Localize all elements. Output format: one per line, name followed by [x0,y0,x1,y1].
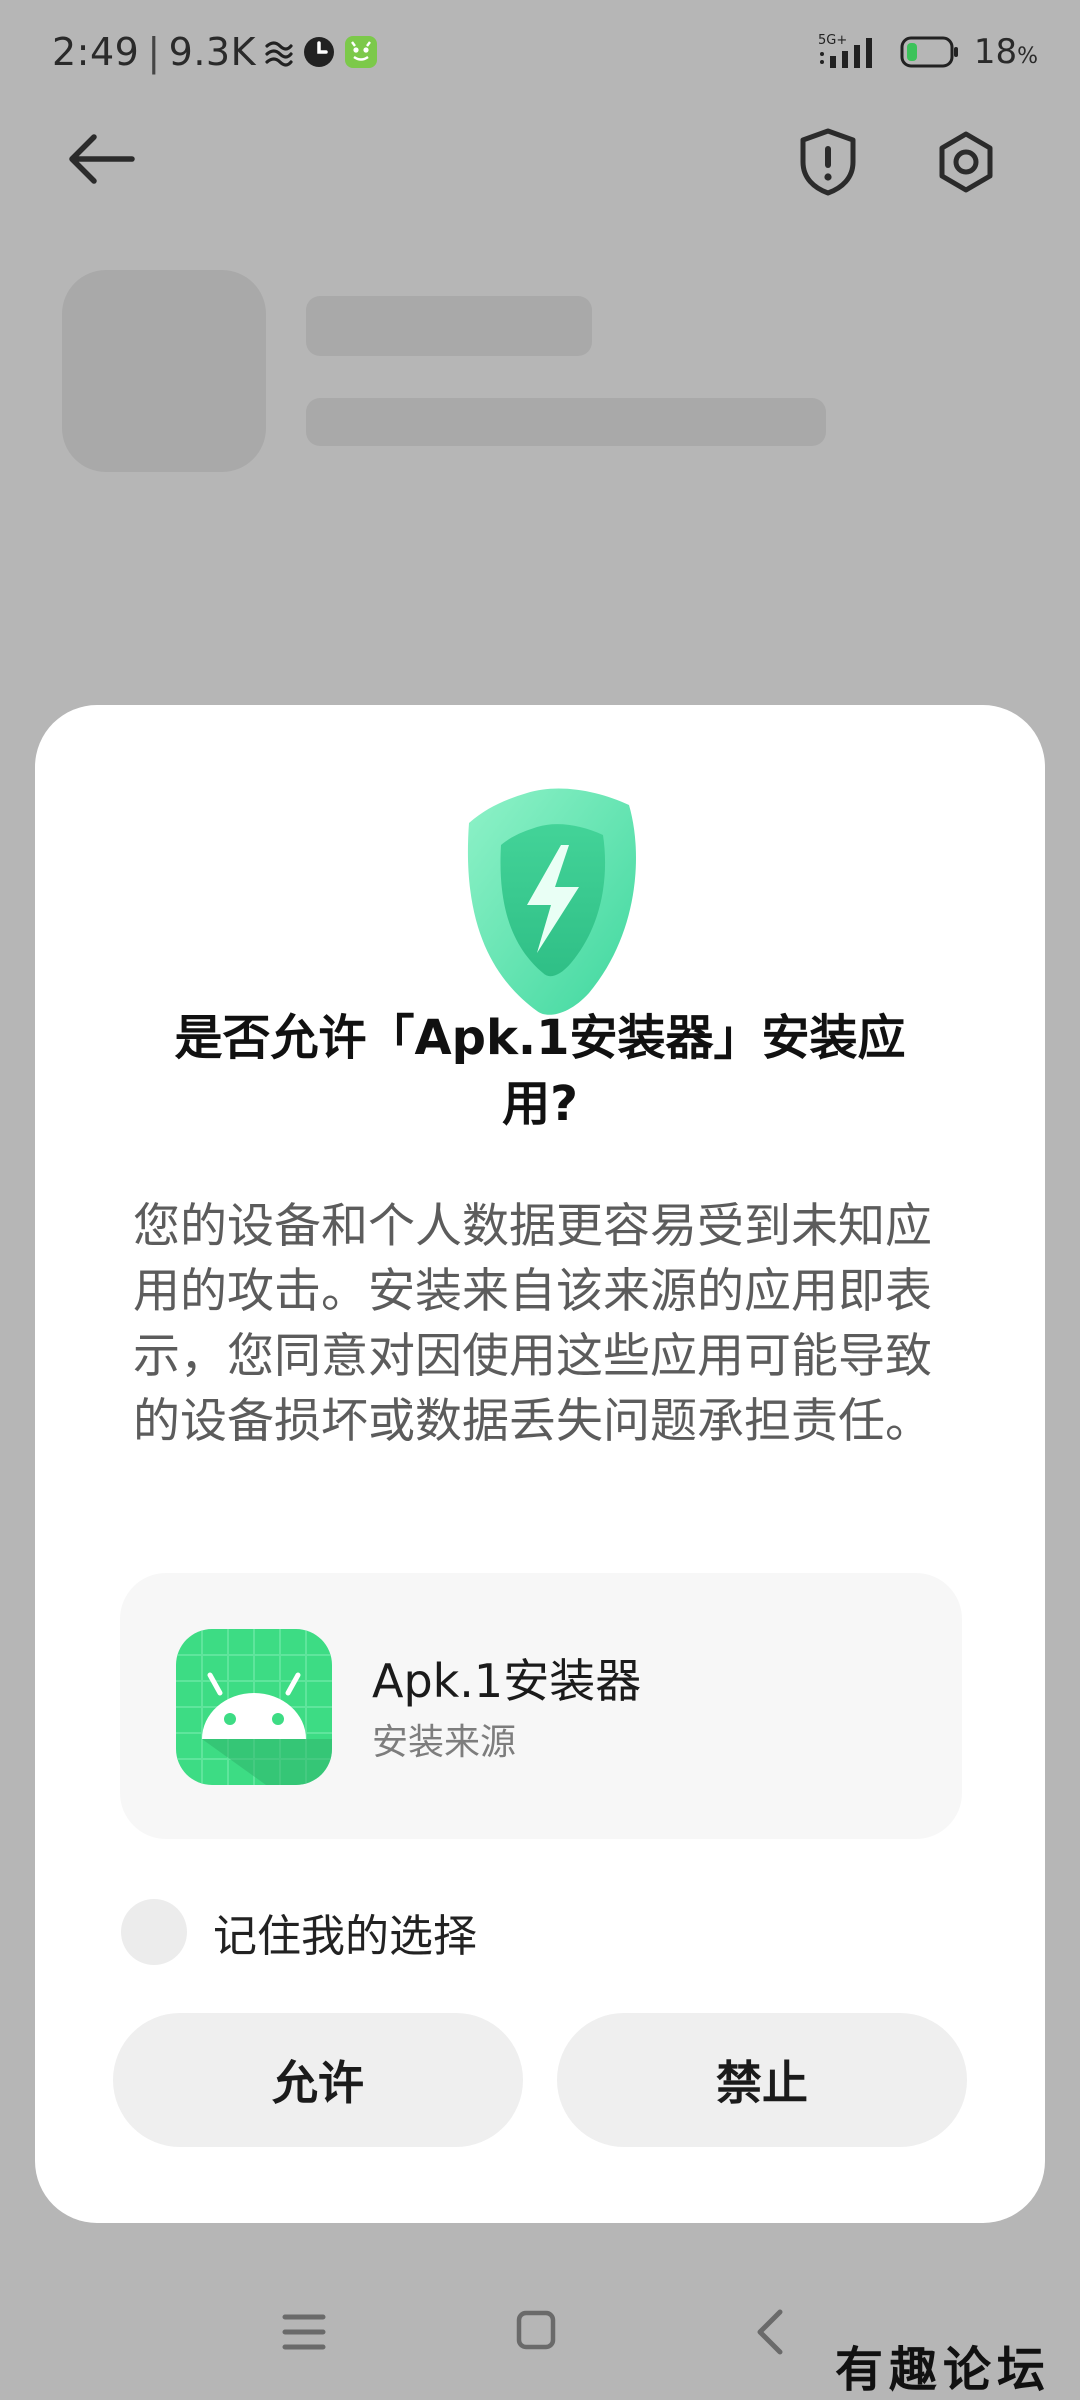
install-source-card: Apk.1安装器 安装来源 [120,1573,962,1839]
shield-alert-icon [800,128,856,196]
allow-button[interactable]: 允许 [113,2013,523,2147]
battery-percent: 18% [973,32,1038,72]
net-speed: 9.3K [168,30,257,74]
status-separator: | [147,30,161,74]
wave-icon [264,37,294,67]
battery-icon [900,35,960,69]
remember-checkbox[interactable] [121,1899,187,1965]
watermark: 有趣论坛 [835,2342,1052,2398]
top-app-bar [0,104,1080,214]
security-button[interactable] [790,124,866,200]
android-robot-icon [176,1629,332,1785]
deny-button[interactable]: 禁止 [557,2013,967,2147]
settings-icon [939,131,993,193]
placeholder-subtitle [306,398,826,446]
clock-icon [302,35,336,69]
settings-button[interactable] [928,124,1004,200]
status-right: 5G+ 18% [816,26,1038,78]
remember-label: 记住我的选择 [213,1911,477,1962]
install-permission-dialog: 是否允许「Apk.1安装器」安装应用? 您的设备和个人数据更容易受到未知应用的攻… [35,705,1045,2223]
placeholder-title [306,296,592,356]
app-notification-icon [344,35,378,69]
home-icon[interactable] [516,2310,556,2350]
dialog-message: 您的设备和个人数据更容易受到未知应用的攻击。安装来自该来源的应用即表示，您同意对… [133,1199,932,1449]
dialog-title: 是否允许「Apk.1安装器」安装应用? [174,1010,906,1132]
source-subtitle: 安装来源 [372,1722,517,1763]
source-app-name: Apk.1安装器 [372,1654,642,1708]
status-left: 2:49 | 9.3K [52,26,378,78]
back-icon[interactable] [754,2308,784,2356]
remember-choice-row[interactable]: 记住我的选择 [121,1897,477,1967]
status-bar: 2:49 | 9.3K 5G+ 18% [0,0,1080,104]
network-type: 5G+ [818,33,847,48]
shield-lightning-icon [439,783,665,1019]
status-time: 2:49 [52,30,140,74]
back-button[interactable] [66,124,156,194]
signal-icon: 5G+ [816,32,886,72]
back-arrow-icon [69,134,135,184]
placeholder-app-icon [62,270,266,472]
menu-icon[interactable] [282,2312,326,2352]
